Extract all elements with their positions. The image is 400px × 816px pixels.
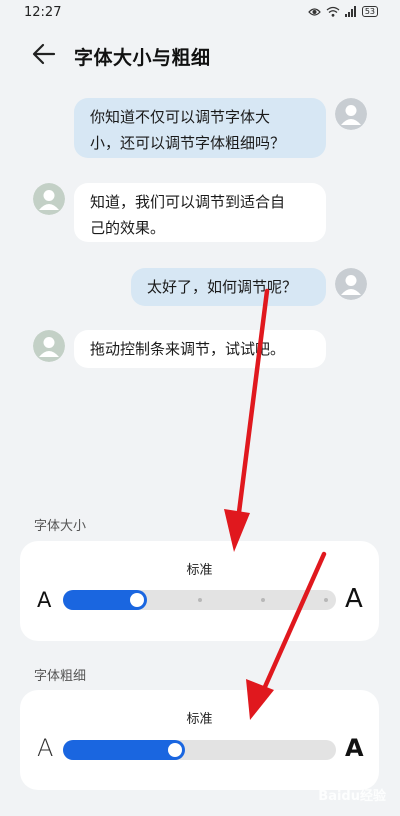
font-weight-level-label: 标准 [186, 712, 213, 727]
avatar [33, 330, 65, 362]
bold-a-icon: A [345, 734, 364, 762]
message-line: 小，还可以调节字体粗细吗？ [90, 134, 286, 152]
chat-bubble-incoming: 知道，我们可以调节到适合自 己的效果。 [74, 183, 326, 242]
page-title: 字体大小与粗细 [74, 47, 211, 69]
user-avatar-icon [335, 268, 367, 300]
chat-bubble-outgoing: 太好了，如何调节呢？ [131, 268, 326, 306]
avatar [335, 98, 367, 130]
battery-icon: 53 [361, 6, 378, 17]
signal-icon [344, 6, 356, 17]
message-line: 太好了，如何调节呢？ [147, 278, 298, 296]
wifi-icon [326, 6, 340, 17]
message-line: 拖动控制条来调节，试试吧。 [90, 340, 286, 358]
watermark: Baidu经验 [318, 789, 386, 804]
chat-bubble-incoming: 拖动控制条来调节，试试吧。 [74, 330, 326, 368]
status-bar: 12:27 53 [0, 0, 400, 26]
slider-stop [197, 598, 202, 602]
font-weight-slider[interactable] [63, 740, 336, 760]
slider-thumb[interactable] [130, 593, 144, 607]
back-arrow-icon [32, 43, 56, 65]
user-avatar-icon [33, 330, 65, 362]
message-line: 己的效果。 [90, 219, 166, 237]
slider-thumb[interactable] [168, 743, 182, 757]
message-line: 知道，我们可以调节到适合自 [90, 193, 286, 211]
font-size-slider[interactable] [63, 590, 336, 610]
back-button[interactable] [30, 40, 58, 68]
font-size-card: 标准 A A [20, 541, 379, 641]
message-line: 你知道不仅可以调节字体大 [90, 108, 271, 126]
slider-stop [260, 598, 265, 602]
eye-icon [307, 7, 321, 16]
font-size-section-label: 字体大小 [34, 519, 87, 534]
small-a-icon: A [37, 588, 52, 612]
font-weight-section-label: 字体粗细 [34, 669, 87, 684]
slider-fill [63, 740, 185, 760]
avatar [33, 183, 65, 215]
chat-bubble-outgoing: 你知道不仅可以调节字体大 小，还可以调节字体粗细吗？ [74, 98, 326, 158]
header: 字体大小与粗细 [0, 34, 400, 74]
avatar [335, 268, 367, 300]
user-avatar-icon [335, 98, 367, 130]
status-time: 12:27 [24, 5, 62, 20]
font-weight-card: 标准 A A [20, 690, 379, 790]
slider-stop [324, 598, 328, 602]
font-size-level-label: 标准 [186, 563, 213, 578]
light-a-icon: A [37, 734, 54, 762]
large-a-icon: A [345, 584, 363, 614]
status-icons: 53 [307, 6, 378, 17]
user-avatar-icon [33, 183, 65, 215]
